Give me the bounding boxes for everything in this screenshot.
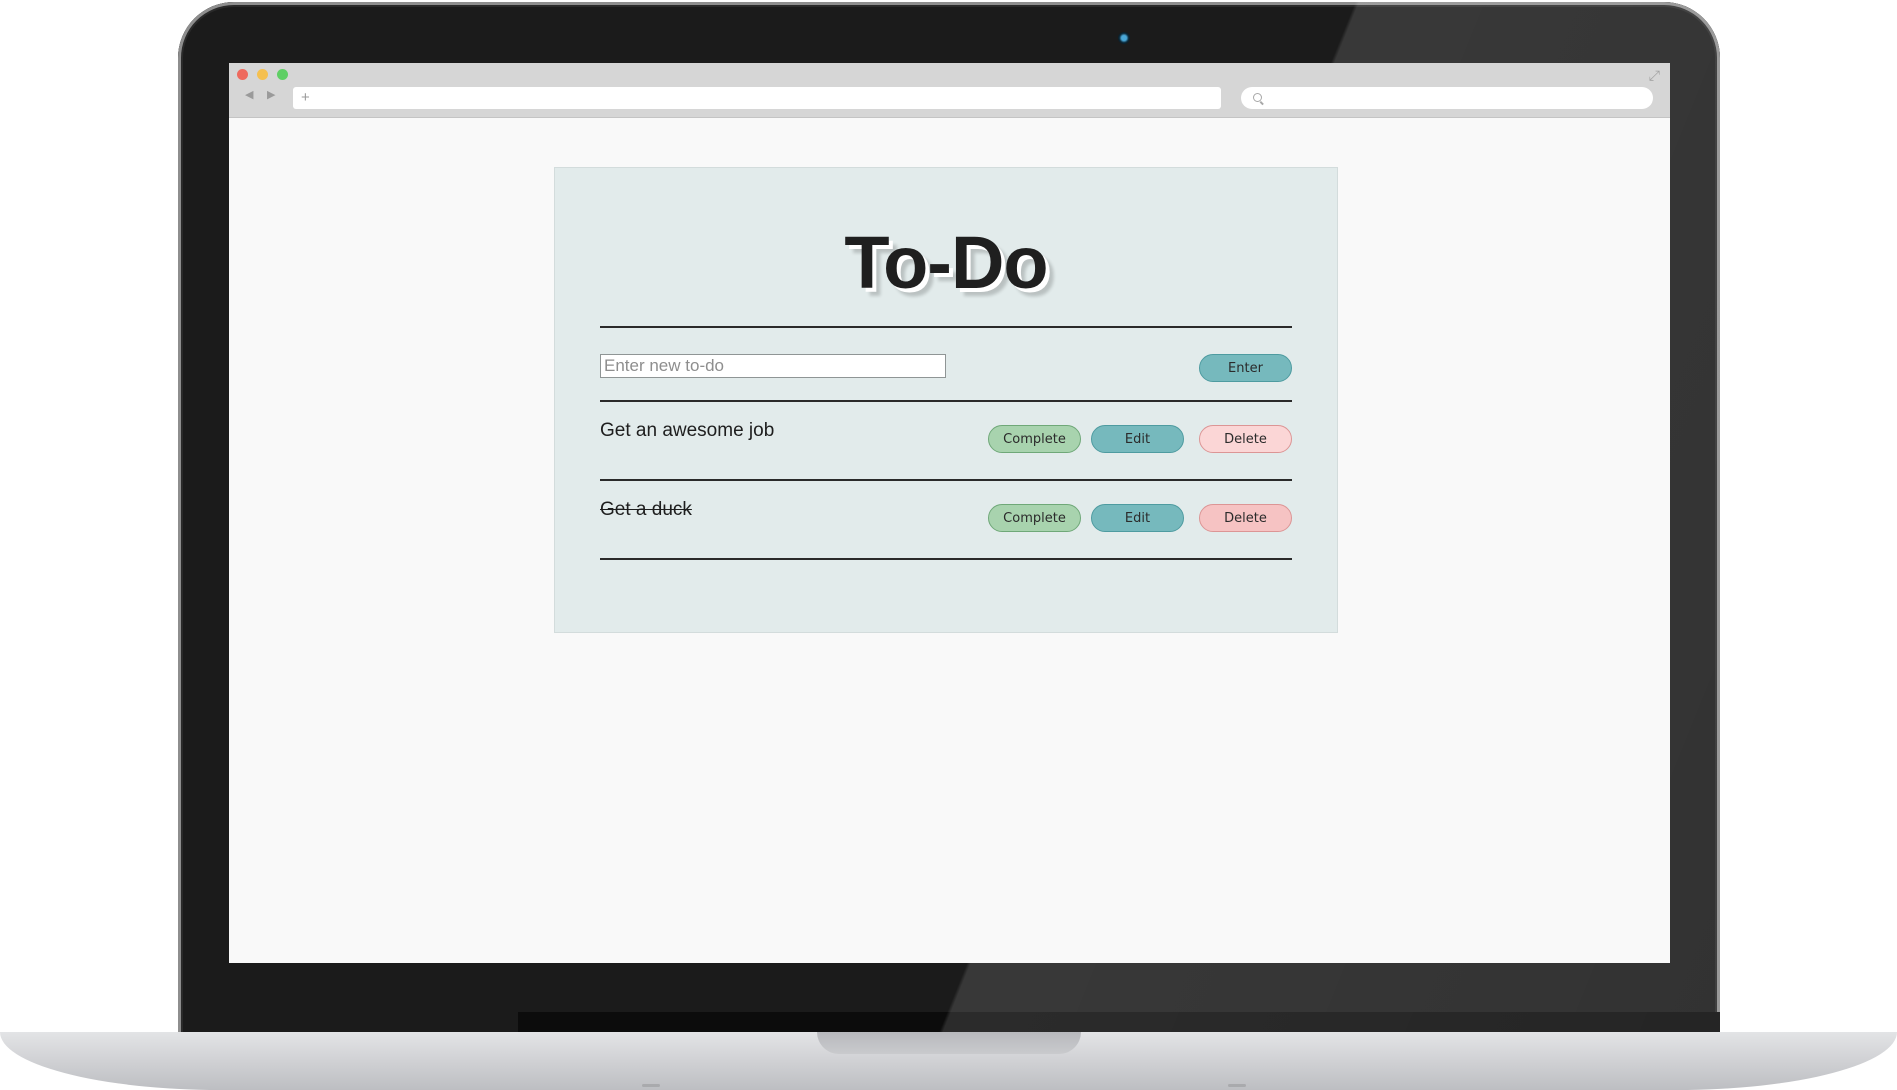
close-window-button[interactable]: [237, 69, 248, 80]
laptop-foot: [642, 1084, 660, 1087]
divider: [600, 400, 1292, 402]
edit-button[interactable]: Edit: [1091, 504, 1184, 532]
edit-button[interactable]: Edit: [1091, 425, 1184, 453]
todo-app-panel: To-Do Enter Get an awesome job Complete …: [554, 167, 1338, 633]
browser-toolbar: ◀ ▶ + ⤢: [229, 63, 1670, 118]
divider: [600, 326, 1292, 328]
zoom-window-button[interactable]: [277, 69, 288, 80]
todo-item-text: Get an awesome job: [600, 420, 775, 441]
divider: [600, 558, 1292, 560]
minimize-window-button[interactable]: [257, 69, 268, 80]
laptop-foot: [1228, 1084, 1246, 1087]
webcam-icon: [1118, 32, 1130, 44]
browser-window: ◀ ▶ + ⤢ To-Do Enter Get an awesome job C…: [229, 63, 1670, 963]
delete-button[interactable]: Delete: [1199, 425, 1292, 453]
enter-button[interactable]: Enter: [1199, 354, 1292, 382]
browser-search-bar[interactable]: [1241, 87, 1653, 109]
page-title: To-Do: [844, 221, 1048, 304]
complete-button[interactable]: Complete: [988, 504, 1081, 532]
plus-icon[interactable]: +: [301, 88, 310, 108]
laptop-opening-notch: [817, 1032, 1081, 1054]
expand-icon[interactable]: ⤢: [1649, 68, 1660, 82]
search-icon: [1253, 93, 1262, 102]
todo-item-text: Get a duck: [600, 499, 692, 520]
complete-button[interactable]: Complete: [988, 425, 1081, 453]
new-todo-input[interactable]: [600, 354, 946, 378]
divider: [600, 479, 1292, 481]
address-bar[interactable]: +: [293, 87, 1221, 109]
delete-button[interactable]: Delete: [1199, 504, 1292, 532]
back-arrow-icon[interactable]: ◀: [245, 88, 253, 101]
forward-arrow-icon[interactable]: ▶: [267, 88, 275, 101]
